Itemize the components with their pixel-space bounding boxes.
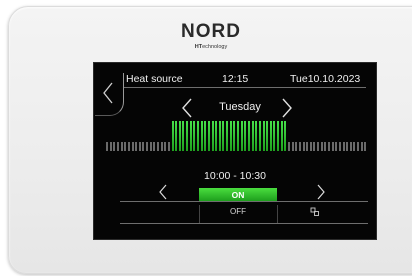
- heat-source-label[interactable]: Heat source: [126, 73, 183, 85]
- schedule-bar-inactive[interactable]: [298, 142, 301, 151]
- schedule-bar-inactive[interactable]: [313, 142, 316, 151]
- schedule-bar-inactive[interactable]: [142, 142, 145, 151]
- schedule-bar-inactive[interactable]: [338, 142, 341, 151]
- schedule-bar-inactive[interactable]: [328, 142, 330, 151]
- schedule-bar-active[interactable]: [215, 121, 218, 151]
- clock-time: 12:15: [222, 73, 249, 85]
- schedule-bar-inactive[interactable]: [124, 142, 127, 151]
- schedule-bar-active[interactable]: [197, 121, 199, 151]
- schedule-bar-inactive[interactable]: [146, 142, 148, 151]
- schedule-bar-inactive[interactable]: [120, 142, 123, 151]
- schedule-bar-inactive[interactable]: [353, 142, 356, 151]
- schedule-bar-inactive[interactable]: [320, 142, 323, 151]
- schedule-bar-inactive[interactable]: [135, 142, 138, 151]
- header-divider: [124, 87, 366, 88]
- schedule-bar-active[interactable]: [280, 121, 283, 151]
- schedule-bar-inactive[interactable]: [331, 142, 334, 151]
- brand-logo: NORD HTechnology: [9, 21, 412, 50]
- schedule-bar-inactive[interactable]: [295, 142, 298, 151]
- schedule-bar-inactive[interactable]: [164, 142, 167, 151]
- schedule-bar-inactive[interactable]: [342, 142, 345, 151]
- schedule-bar-active[interactable]: [229, 121, 232, 151]
- schedule-bar-active[interactable]: [258, 121, 261, 151]
- thermostat-device: NORD HTechnology Heat source 12:15 Tue10…: [8, 6, 412, 274]
- schedule-bar-active[interactable]: [240, 121, 243, 151]
- day-selector: Tuesday: [94, 98, 376, 118]
- schedule-bar-active[interactable]: [277, 121, 279, 151]
- schedule-bar-active[interactable]: [222, 121, 225, 151]
- day-next-button[interactable]: [281, 98, 293, 118]
- schedule-bar-inactive[interactable]: [360, 142, 363, 151]
- schedule-bar-inactive[interactable]: [309, 142, 312, 151]
- slot-next-button[interactable]: [316, 184, 326, 200]
- schedule-bar-inactive[interactable]: [131, 142, 134, 151]
- schedule-bar-inactive[interactable]: [364, 142, 367, 151]
- schedule-bar-inactive[interactable]: [156, 142, 159, 151]
- schedule-bar-inactive[interactable]: [127, 142, 130, 151]
- schedule-bar-graph[interactable]: [106, 121, 368, 163]
- schedule-bar-active[interactable]: [244, 121, 247, 151]
- day-prev-button[interactable]: [181, 98, 193, 118]
- schedule-bar-inactive[interactable]: [287, 142, 290, 151]
- schedule-bar-active[interactable]: [189, 121, 192, 151]
- schedule-bar-inactive[interactable]: [317, 142, 320, 151]
- schedule-bar-inactive[interactable]: [302, 142, 305, 151]
- schedule-bar-inactive[interactable]: [138, 142, 141, 151]
- controls-separator: [277, 205, 278, 223]
- schedule-bar-inactive[interactable]: [346, 142, 349, 151]
- schedule-bar-active[interactable]: [226, 121, 229, 151]
- slot-prev-button[interactable]: [158, 184, 168, 200]
- schedule-bar-inactive[interactable]: [149, 142, 152, 151]
- schedule-bar-active[interactable]: [193, 121, 196, 151]
- schedule-bar-inactive[interactable]: [116, 142, 119, 151]
- controls-bottom-divider: [120, 223, 368, 224]
- current-date: Tue10.10.2023: [290, 73, 361, 85]
- schedule-bar-active[interactable]: [204, 121, 207, 151]
- schedule-bar-inactive[interactable]: [167, 142, 170, 151]
- schedule-bar-active[interactable]: [207, 121, 210, 151]
- schedule-bar-active[interactable]: [171, 121, 174, 151]
- schedule-bar-active[interactable]: [211, 121, 214, 151]
- copy-program-icon[interactable]: [310, 207, 320, 217]
- schedule-bar-inactive[interactable]: [357, 142, 360, 151]
- schedule-bar-active[interactable]: [237, 121, 239, 151]
- schedule-bar-active[interactable]: [200, 121, 203, 151]
- schedule-bar-inactive[interactable]: [109, 142, 112, 151]
- schedule-bar-inactive[interactable]: [324, 142, 327, 151]
- schedule-bar-active[interactable]: [251, 121, 254, 151]
- schedule-bar-active[interactable]: [182, 121, 185, 151]
- brand-name: NORD: [181, 21, 241, 42]
- schedule-bar-active[interactable]: [178, 121, 181, 151]
- schedule-bar-inactive[interactable]: [106, 142, 108, 151]
- schedule-bar-active[interactable]: [247, 121, 250, 151]
- schedule-bar-inactive[interactable]: [349, 142, 352, 151]
- day-label: Tuesday: [219, 101, 261, 113]
- schedule-bar-inactive[interactable]: [113, 142, 116, 151]
- brand-subtitle: HTechnology: [194, 44, 228, 50]
- controls-divider: [120, 201, 368, 202]
- status-bar: Heat source 12:15 Tue10.10.2023: [122, 73, 368, 87]
- schedule-bar-inactive[interactable]: [291, 142, 294, 151]
- off-button[interactable]: OFF: [199, 207, 277, 216]
- schedule-bar-inactive[interactable]: [306, 142, 309, 151]
- schedule-bar-active[interactable]: [262, 121, 265, 151]
- selected-time-range: 10:00 - 10:30: [204, 170, 266, 182]
- schedule-bar-active[interactable]: [233, 121, 236, 151]
- display-screen: Heat source 12:15 Tue10.10.2023 Tuesday …: [93, 62, 377, 240]
- schedule-bar-active[interactable]: [273, 121, 276, 151]
- on-button[interactable]: ON: [199, 188, 277, 202]
- schedule-bar-inactive[interactable]: [153, 142, 156, 151]
- schedule-bar-active[interactable]: [218, 121, 221, 151]
- schedule-bar-active[interactable]: [175, 121, 178, 151]
- schedule-bar-active[interactable]: [186, 121, 189, 151]
- schedule-bar-active[interactable]: [269, 121, 272, 151]
- schedule-bar-active[interactable]: [266, 121, 269, 151]
- schedule-bar-active[interactable]: [284, 121, 287, 151]
- schedule-bar-inactive[interactable]: [160, 142, 163, 151]
- schedule-bar-active[interactable]: [255, 121, 258, 151]
- slot-controls: ON OFF: [120, 183, 368, 225]
- schedule-bar-inactive[interactable]: [335, 142, 338, 151]
